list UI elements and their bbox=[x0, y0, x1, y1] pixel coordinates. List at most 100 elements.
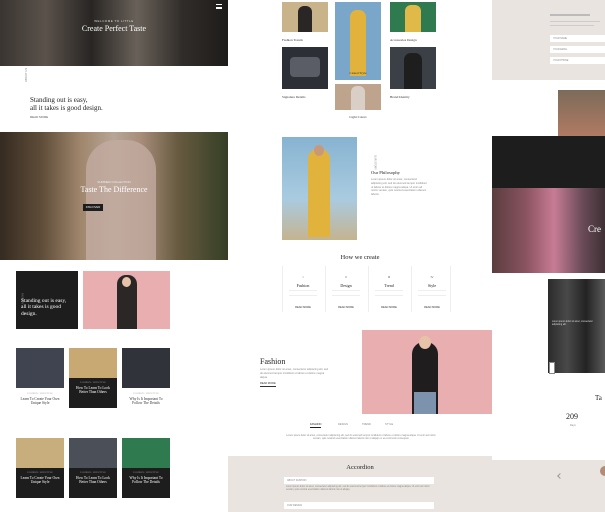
accordion-item[interactable]: ABOUT FASHION bbox=[284, 477, 434, 484]
post-card[interactable]: FASHION / LIFESTYLE Learn To Create Your… bbox=[16, 438, 64, 500]
post-meta: FASHION / LIFESTYLE bbox=[27, 392, 53, 395]
posts-row-2: FASHION / LIFESTYLE Learn To Create Your… bbox=[16, 438, 172, 502]
fashion-read-more-link[interactable]: READ MORE bbox=[260, 382, 276, 388]
category-image bbox=[290, 57, 320, 77]
form-field-phone[interactable]: YOUR PHONE bbox=[550, 57, 605, 64]
fashion-model-jeans bbox=[414, 392, 436, 414]
testimonial-block bbox=[492, 460, 605, 512]
right-clothes-photo: Lorem ipsum dolor sit amet, consectetur … bbox=[548, 279, 605, 373]
post-title: Why Is It Important To Follow The Detail… bbox=[129, 397, 163, 406]
category-image bbox=[350, 10, 366, 76]
step-card: IV Style READ MORE bbox=[411, 266, 451, 312]
hero-overlay bbox=[0, 0, 228, 66]
intro-read-more-link[interactable]: READ MORE bbox=[30, 115, 48, 119]
fashion-body: Lorem ipsum dolor sit amet, consectetur … bbox=[260, 368, 329, 379]
banner-title: Taste The Difference bbox=[80, 185, 148, 194]
right-photo-caption: Lorem ipsum dolor sit amet, consectetur … bbox=[552, 321, 593, 327]
tab-style[interactable]: STYLE bbox=[385, 423, 393, 427]
philosophy-body: Lorem ipsum dolor sit amet, consectetur … bbox=[371, 178, 427, 197]
post-card[interactable]: FASHION / LIFESTYLE How To Learn To Look… bbox=[69, 348, 117, 418]
accordion-body: Lorem ipsum dolor sit amet, consectetur … bbox=[286, 486, 430, 492]
prev-arrow-icon[interactable] bbox=[557, 473, 563, 479]
intro-side-label: ABOUT US bbox=[24, 67, 28, 82]
post-title: Learn To Create Your Own Unique Style bbox=[20, 397, 60, 406]
philosophy-title: Our Philosophy bbox=[371, 170, 400, 175]
category-label[interactable]: Fashion Trends bbox=[282, 38, 328, 42]
form-title-line bbox=[550, 14, 590, 16]
post-meta: FASHION / LIFESTYLE bbox=[133, 392, 159, 395]
category-label[interactable]: Accessories Design bbox=[390, 38, 436, 42]
category-label[interactable]: Brand Identity bbox=[390, 95, 436, 99]
intro-line-1: Standing out is easy, bbox=[30, 96, 88, 104]
form-field-name[interactable]: YOUR NAME bbox=[550, 35, 605, 42]
step-read-more-link[interactable]: READ MORE bbox=[326, 306, 366, 310]
category-image bbox=[404, 53, 422, 89]
step-number: III bbox=[387, 275, 391, 279]
post-image bbox=[122, 348, 170, 388]
step-read-more-link[interactable]: READ MORE bbox=[369, 306, 409, 310]
form-text-line bbox=[550, 25, 594, 26]
category-label[interactable]: Casual Style bbox=[335, 71, 381, 75]
hero-title: Create Perfect Taste bbox=[81, 24, 147, 33]
scroll-handle[interactable] bbox=[549, 362, 555, 374]
step-body bbox=[289, 290, 317, 296]
stat-label: Days bbox=[570, 424, 576, 427]
dark-quote-block: FASHION Standing out is easy, all it tak… bbox=[16, 271, 78, 329]
category-label[interactable]: Light Colors bbox=[335, 115, 381, 119]
stats-partial-heading: Ta bbox=[595, 394, 602, 402]
philosophy-image bbox=[282, 137, 357, 240]
post-meta: FASHION / LIFESTYLE bbox=[80, 471, 106, 474]
post-meta: FASHION / LIFESTYLE bbox=[27, 471, 53, 474]
philosophy-model bbox=[308, 149, 330, 237]
step-card: II Design READ MORE bbox=[325, 266, 365, 312]
category-card[interactable] bbox=[282, 47, 328, 89]
post-meta: FASHION / LIFESTYLE bbox=[133, 471, 159, 474]
step-body bbox=[418, 290, 446, 296]
tab-design[interactable]: DESIGN bbox=[338, 423, 348, 427]
avatar bbox=[600, 466, 605, 476]
post-card[interactable]: FASHION / LIFESTYLE Learn To Create Your… bbox=[16, 348, 64, 418]
category-card[interactable] bbox=[390, 2, 436, 32]
accordion-item-label: ABOUT FASHION bbox=[287, 478, 307, 482]
posts-row-1: FASHION / LIFESTYLE Learn To Create Your… bbox=[16, 348, 172, 418]
fashion-title: Fashion bbox=[260, 357, 286, 366]
post-card[interactable]: FASHION / LIFESTYLE Why Is It Important … bbox=[122, 348, 170, 418]
category-label[interactable]: Signature Details bbox=[282, 95, 328, 99]
category-card[interactable] bbox=[390, 47, 436, 89]
tab-fashion[interactable]: FASHION bbox=[310, 423, 322, 429]
category-card[interactable] bbox=[335, 84, 381, 110]
category-card[interactable] bbox=[282, 2, 328, 32]
step-body bbox=[332, 290, 360, 296]
accordion-item-label: OUR DESIGN bbox=[287, 503, 303, 507]
right-column: YOUR NAME YOUR EMAIL YOUR PHONE Cre Lore… bbox=[492, 0, 605, 512]
intro-line-2: all it takes is good design. bbox=[30, 104, 103, 112]
post-title: How To Learn To Look Better Than Others bbox=[76, 476, 110, 485]
discover-button[interactable]: DISCOVER bbox=[83, 204, 103, 211]
step-read-more-link[interactable]: READ MORE bbox=[283, 306, 323, 310]
form-field-label: YOUR PHONE bbox=[553, 59, 569, 62]
post-meta: FASHION / LIFESTYLE bbox=[80, 381, 106, 384]
category-image bbox=[298, 6, 312, 32]
banner-overlay bbox=[0, 132, 228, 260]
step-card: III Trend READ MORE bbox=[368, 266, 408, 312]
tab-trend[interactable]: TREND bbox=[362, 423, 371, 427]
philosophy-model-face bbox=[314, 145, 324, 156]
form-field-email[interactable]: YOUR EMAIL bbox=[550, 46, 605, 53]
post-card[interactable]: FASHION / LIFESTYLE How To Learn To Look… bbox=[69, 438, 117, 500]
step-card: I Fashion READ MORE bbox=[282, 266, 322, 312]
category-card[interactable] bbox=[335, 2, 381, 80]
fashion-model-face bbox=[419, 336, 431, 349]
middle-column: Fashion Trends Casual Style Accessories … bbox=[228, 0, 492, 512]
right-partial-title: Cre bbox=[588, 224, 601, 234]
post-card[interactable]: FASHION / LIFESTYLE Why Is It Important … bbox=[122, 438, 170, 500]
post-title: Why Is It Important To Follow The Detail… bbox=[129, 476, 163, 485]
accordion-item[interactable]: OUR DESIGN bbox=[284, 502, 434, 509]
menu-icon[interactable] bbox=[216, 4, 222, 9]
contact-form-block: YOUR NAME YOUR EMAIL YOUR PHONE bbox=[492, 0, 605, 80]
step-read-more-link[interactable]: READ MORE bbox=[412, 306, 452, 310]
post-title: Learn To Create Your Own Unique Style bbox=[20, 476, 60, 485]
post-title: How To Learn To Look Better Than Others bbox=[76, 386, 110, 395]
banner-eyebrow: SUMMER COLLECTION bbox=[97, 180, 131, 184]
right-store-photo: Cre bbox=[492, 188, 605, 273]
tabs-bar: FASHION DESIGN TREND STYLE bbox=[310, 423, 414, 431]
